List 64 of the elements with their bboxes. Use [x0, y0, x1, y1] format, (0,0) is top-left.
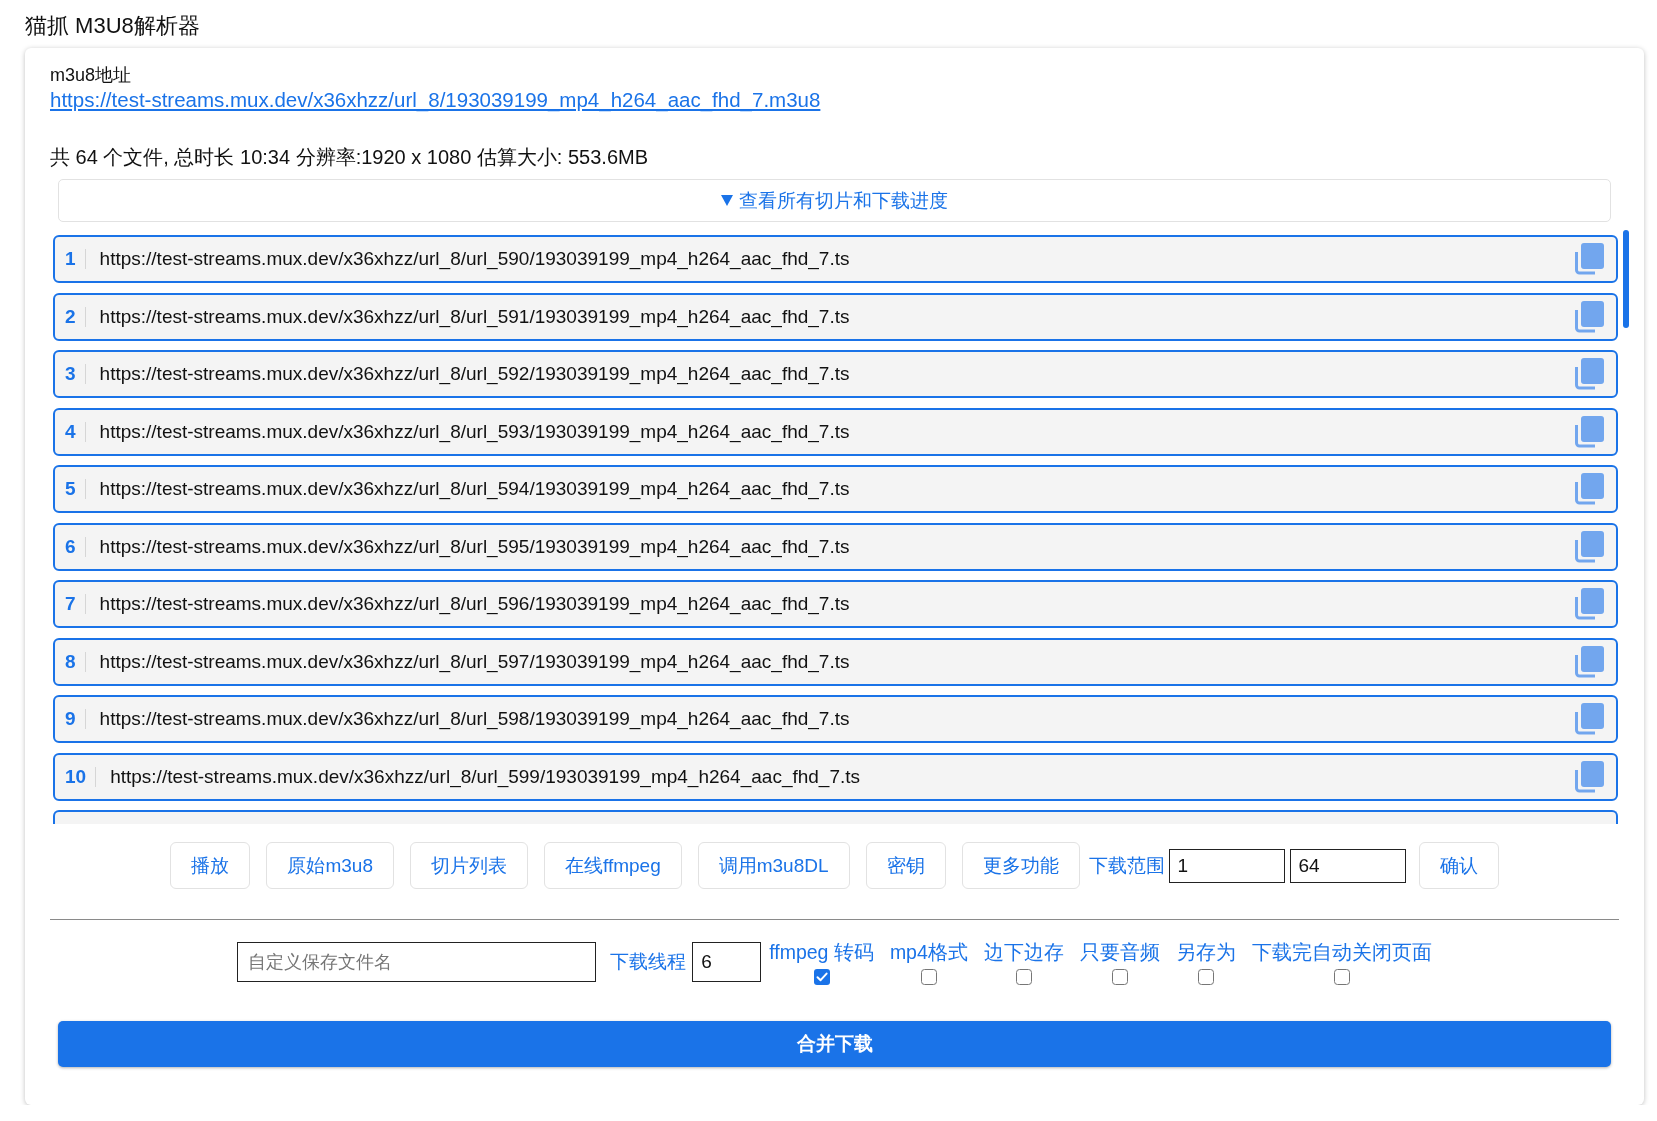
segments-toggle[interactable]: 查看所有切片和下载进度 — [58, 179, 1611, 222]
copy-icon[interactable] — [1574, 415, 1604, 448]
filename-field[interactable]: 自定义保存文件名 — [237, 942, 597, 982]
copy-icon[interactable] — [1574, 760, 1604, 793]
segment-url: https://test-streams.mux.dev/x36xhzz/url_8/url_598/193039199_mp4_h264_aac_fhd_7.ts — [99, 708, 850, 730]
segment-url: https://test-streams.mux.dev/x36xhzz/url_8/url_599/193039199_mp4_h264_aac_fhd_7.ts — [110, 765, 861, 788]
segment-url: https://test-streams.mux.dev/x36xhzz/url_8/url_590/193039199_mp4_h264_aac_fhd_7.ts — [99, 248, 850, 270]
confirm-button[interactable]: 确认 — [1418, 842, 1499, 889]
checkbox[interactable] — [1015, 968, 1032, 985]
toolbar-button[interactable]: 原始m3u8 — [266, 842, 394, 889]
checkbox[interactable] — [920, 968, 937, 985]
threads-field[interactable]: 6 — [692, 942, 762, 982]
threads-label: 下载线程 — [610, 950, 687, 974]
merge-download-button[interactable]: 合并下载 — [58, 1021, 1611, 1067]
toolbar-button[interactable]: 在线ffmpeg — [543, 842, 682, 889]
toolbar-button[interactable]: 密钥 — [865, 842, 946, 889]
segment-url: https://test-streams.mux.dev/x36xhzz/url_8/url_595/193039199_mp4_h264_aac_fhd_7.ts — [99, 535, 850, 558]
option-label[interactable]: 只要音频 — [1079, 939, 1160, 964]
copy-icon[interactable] — [1574, 645, 1604, 678]
copy-icon[interactable] — [1574, 300, 1604, 333]
copy-icon[interactable] — [1574, 588, 1604, 620]
segment-number: 7 — [64, 594, 86, 614]
segment-url: https://test-streams.mux.dev/x36xhzz/url_8/url_593/193039199_mp4_h264_aac_fhd_7.ts — [99, 420, 850, 443]
segment-number: 1 — [64, 249, 86, 269]
segment-number: 5 — [64, 479, 86, 499]
segment-number: 2 — [64, 306, 86, 327]
segment-number: 8 — [64, 651, 86, 672]
summary-text: 共 64 个文件, 总时长 10:34 分辨率:1920 x 1080 估算大小: 553.6MB — [50, 145, 648, 169]
triangle-down-icon — [721, 195, 733, 206]
app-title: 猫抓 M3U8解析器 — [25, 12, 200, 40]
source-link[interactable]: https://test-streams.mux.dev/x36xhzz/url_8/193039199_mp4_h264_aac_fhd_7.m3u8 — [50, 87, 821, 113]
checkbox[interactable] — [1333, 968, 1350, 985]
segment-number: 6 — [64, 536, 86, 557]
option-label[interactable]: mp4格式 — [889, 939, 968, 964]
segment-url: https://test-streams.mux.dev/x36xhzz/url_8/url_591/193039199_mp4_h264_aac_fhd_7.ts — [99, 305, 850, 328]
copy-icon[interactable] — [1574, 243, 1604, 275]
checkbox[interactable] — [813, 968, 830, 985]
option-label[interactable]: 下载完自动关闭页面 — [1251, 939, 1432, 964]
checkbox[interactable] — [1111, 968, 1128, 985]
segment-url: https://test-streams.mux.dev/x36xhzz/url_8/url_597/193039199_mp4_h264_aac_fhd_7.ts — [99, 650, 850, 673]
segment-url: https://test-streams.mux.dev/x36xhzz/url_8/url_596/193039199_mp4_h264_aac_fhd_7.ts — [99, 593, 850, 615]
range-end-field[interactable]: 64 — [1289, 848, 1406, 883]
copy-icon[interactable] — [1574, 530, 1604, 563]
checkbox[interactable] — [1197, 968, 1214, 985]
segment-number: 10 — [64, 766, 97, 787]
copy-icon[interactable] — [1574, 358, 1604, 390]
segment-url: https://test-streams.mux.dev/x36xhzz/url_8/url_594/193039199_mp4_h264_aac_fhd_7.ts — [99, 478, 850, 500]
range-label: 下载范围 — [1088, 853, 1165, 878]
segment-number: 3 — [64, 364, 86, 384]
option-label[interactable]: 另存为 — [1175, 939, 1236, 964]
source-label: m3u8地址 — [50, 64, 132, 87]
scrollbar-thumb[interactable] — [1623, 230, 1629, 328]
copy-icon[interactable] — [1574, 473, 1604, 505]
toolbar-button[interactable]: 切片列表 — [409, 842, 528, 889]
segment-number: 9 — [64, 709, 86, 729]
option-label[interactable]: ffmpeg 转码 — [769, 939, 874, 964]
segment-number: 4 — [64, 421, 86, 442]
toolbar-button[interactable]: 播放 — [170, 842, 251, 889]
segment-url: https://test-streams.mux.dev/x36xhzz/url_8/url_592/193039199_mp4_h264_aac_fhd_7.ts — [99, 363, 850, 385]
copy-icon[interactable] — [1574, 703, 1604, 735]
range-start-field[interactable]: 1 — [1168, 848, 1285, 883]
toolbar-button[interactable]: 更多功能 — [961, 842, 1080, 889]
toolbar-button[interactable]: 调用m3u8DL — [697, 842, 850, 889]
option-label[interactable]: 边下边存 — [983, 939, 1064, 964]
